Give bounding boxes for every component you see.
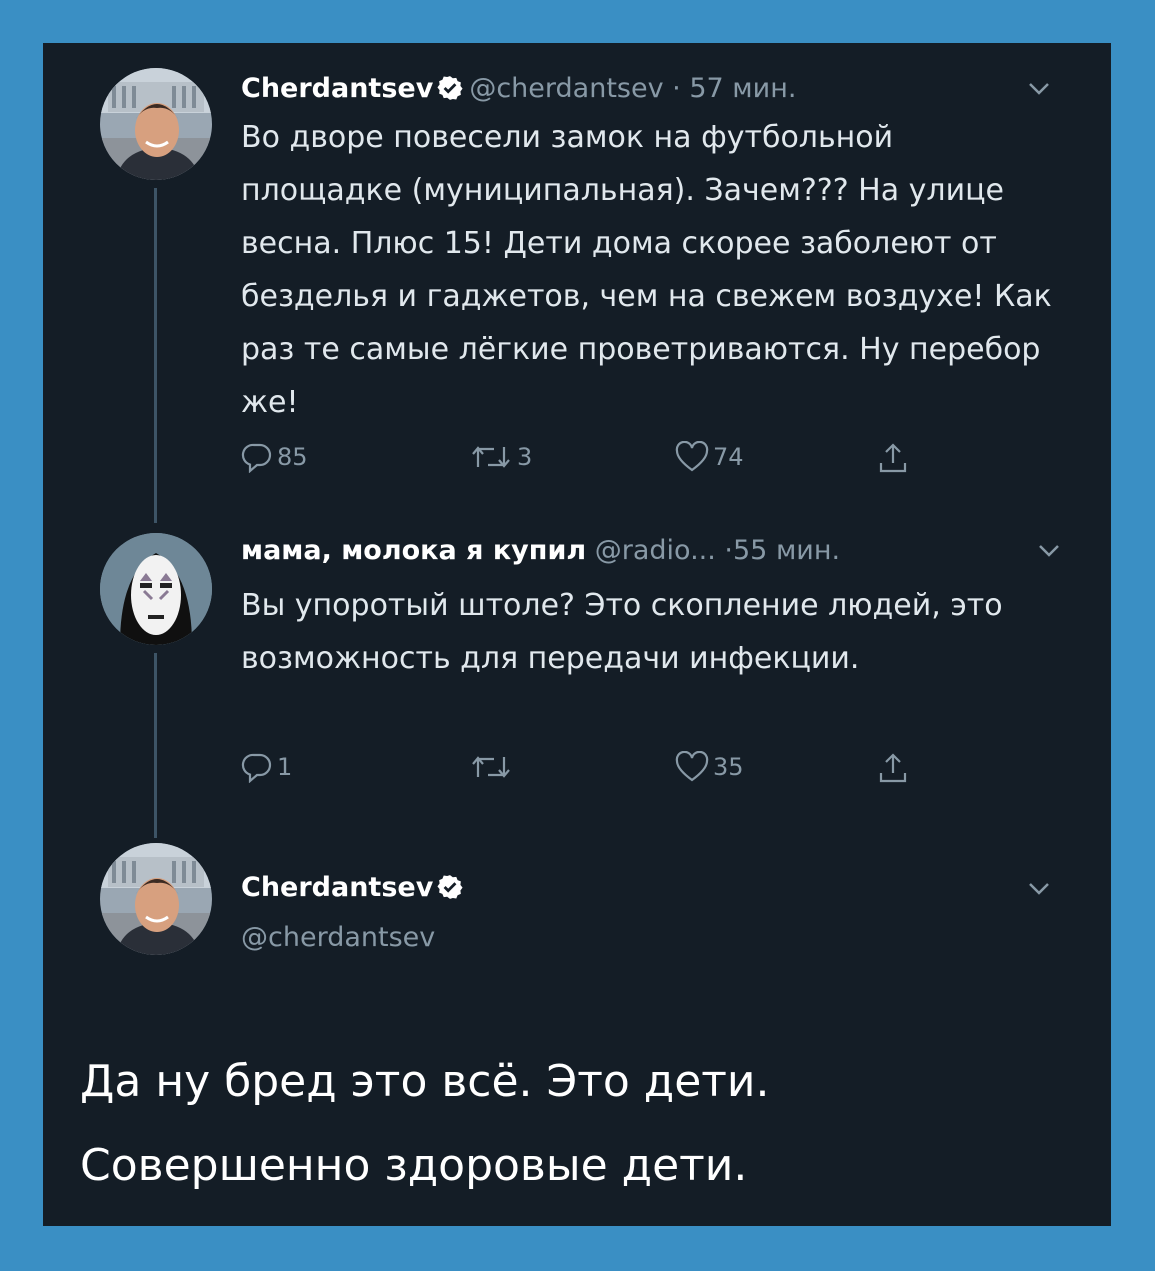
like-icon (675, 441, 709, 472)
like-icon (675, 751, 709, 782)
tweet-actions: 85 3 74 (241, 441, 961, 481)
verified-badge-icon (437, 874, 463, 910)
reply-icon (241, 443, 272, 473)
retweet-button[interactable]: 3 (469, 441, 532, 473)
avatar-cherdantsev[interactable] (100, 843, 212, 955)
retweet-button[interactable] (469, 751, 517, 783)
main-tweet-text-line: Совершенно здоровые дети. (80, 1140, 748, 1191)
chevron-down-icon[interactable] (1038, 543, 1060, 562)
reply-button[interactable]: 1 (241, 751, 292, 783)
author-name[interactable]: Cherdantsev (241, 73, 433, 104)
reply-count: 1 (277, 753, 293, 781)
reply-button[interactable]: 85 (241, 441, 308, 473)
share-icon (879, 753, 907, 783)
share-button[interactable] (877, 441, 909, 475)
retweet-icon (472, 446, 510, 468)
avatar-cherdantsev[interactable] (100, 68, 212, 180)
separator-dot: · (724, 535, 733, 566)
author-handle[interactable]: @cherdantsev (241, 922, 435, 953)
retweet-count: 3 (517, 443, 533, 471)
tweet-time[interactable]: 55 мин. (733, 535, 840, 566)
reply-icon (241, 753, 272, 783)
avatar-radio[interactable] (100, 533, 212, 645)
tweet-text: Во дворе повесели замок на футбольной пл… (241, 120, 1052, 420)
author-name[interactable]: Cherdantsev (241, 872, 433, 903)
tweet-actions: 1 35 (241, 751, 961, 791)
chevron-down-icon[interactable] (1028, 81, 1050, 100)
main-tweet-text-line: Да ну бред это всё. Это дети. (80, 1056, 770, 1107)
verified-badge-icon (437, 75, 463, 111)
main-tweet-name-line: Cherdantsev (241, 870, 469, 910)
chevron-down-icon[interactable] (1028, 881, 1050, 900)
tweet-time[interactable]: 57 мин. (689, 73, 796, 104)
like-count: 74 (713, 443, 744, 471)
tweet-text: Вы упоротый штоле? Это скопление людей, … (241, 588, 1003, 676)
share-button[interactable] (877, 751, 909, 785)
tweet-header: Cherdantsev @cherdantsev · 57 мин. (241, 71, 796, 111)
main-tweet-handle-line: @cherdantsev (241, 920, 435, 956)
author-handle[interactable]: @cherdantsev (469, 73, 663, 104)
reply-count: 85 (277, 443, 308, 471)
author-name[interactable]: мама, молока я купил (241, 535, 586, 566)
like-button[interactable]: 35 (675, 751, 744, 783)
tweet-header: мама, молока я купил @radio... ·55 мин. (241, 533, 840, 569)
like-button[interactable]: 74 (675, 441, 744, 473)
share-icon (879, 443, 907, 473)
thread-line (154, 188, 157, 523)
like-count: 35 (713, 753, 744, 781)
thread-line (154, 653, 157, 838)
separator-dot: · (672, 73, 681, 104)
tweet-thread-panel: Cherdantsev @cherdantsev · 57 мин. Во дво… (43, 43, 1111, 1226)
retweet-icon (472, 756, 510, 778)
author-handle[interactable]: @radio... (595, 535, 716, 566)
main-tweet-text: Да ну бред это всё. Это дети. Совершенно… (80, 1040, 1080, 1208)
